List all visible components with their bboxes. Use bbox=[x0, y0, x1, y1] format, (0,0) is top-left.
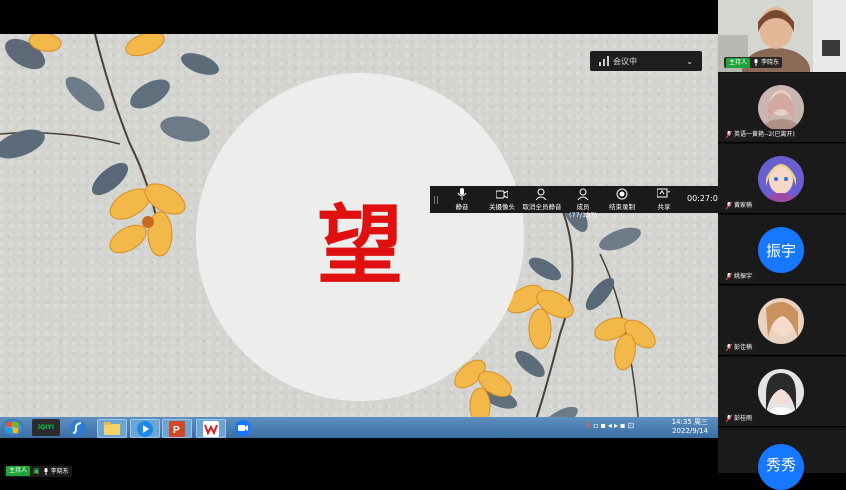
participant-name: 彭桂雨 bbox=[734, 415, 753, 422]
participant-tile[interactable]: 黄家楠 bbox=[718, 144, 846, 214]
participant-tile[interactable]: 主持人 李晓东 bbox=[718, 0, 846, 72]
avatar-text: 秀秀 bbox=[758, 444, 804, 490]
shared-screen: 望 bbox=[0, 34, 718, 438]
svg-text:P: P bbox=[173, 425, 180, 436]
host-badge: 主持人 bbox=[726, 57, 751, 68]
meeting-status-dropdown[interactable]: 会议中 ⌄ bbox=[590, 51, 702, 71]
flash-icon bbox=[70, 419, 86, 436]
meeting-app-icon[interactable] bbox=[229, 419, 257, 436]
share-label: 共享 bbox=[657, 203, 671, 211]
users-mic-icon bbox=[536, 188, 547, 200]
participant-name: 黄家楠 bbox=[734, 202, 753, 209]
microphone-icon bbox=[457, 188, 467, 200]
system-clock[interactable]: 14:35 周三 2022/9/14 bbox=[672, 418, 708, 436]
screen-share-icon: ▣ bbox=[33, 466, 40, 475]
mute-button[interactable]: 静音 bbox=[450, 188, 474, 211]
members-icon bbox=[577, 188, 589, 200]
mute-label: 静音 bbox=[455, 203, 469, 211]
microphone-muted-icon bbox=[726, 344, 732, 351]
microphone-icon bbox=[44, 467, 48, 475]
microphone-muted-icon bbox=[726, 202, 732, 209]
windows-logo-icon bbox=[7, 421, 18, 433]
participant-nametag: 黄家楠 bbox=[724, 200, 756, 211]
participant-name: 彭佳楠 bbox=[734, 344, 753, 351]
participant-nametag: 英语一黄艳--2(已离开) bbox=[724, 129, 798, 140]
local-user-tag: 主持人 ▣ 李晓东 bbox=[4, 457, 72, 477]
drag-handle[interactable] bbox=[434, 196, 438, 204]
participant-tile[interactable]: 振宇 姚振宇 bbox=[718, 215, 846, 285]
participant-name: 姚振宇 bbox=[734, 273, 753, 280]
avatar bbox=[758, 156, 804, 202]
participant-nametag: 姚振宇 bbox=[724, 271, 756, 282]
chevron-right-icon[interactable]: › bbox=[708, 230, 713, 244]
windows-taskbar: iQIYI P S▫▪◂▸▪⊡ 14:35 周三 2022/9/14 bbox=[0, 417, 718, 438]
video-player-app-icon[interactable] bbox=[130, 419, 160, 438]
members-label: 成员(77/137) bbox=[569, 203, 597, 219]
flash-app-icon[interactable] bbox=[64, 419, 92, 436]
participant-panel: 主持人 李晓东 英语一黄艳--2(已离开) 黄家楠 振宇 姚振宇 彭佳楠 彭桂雨… bbox=[718, 0, 846, 490]
file-explorer-app-icon[interactable] bbox=[97, 419, 127, 438]
host-badge: 主持人 bbox=[6, 466, 31, 476]
microphone-muted-icon bbox=[726, 273, 732, 280]
meeting-status-label: 会议中 bbox=[613, 56, 637, 66]
participant-tile[interactable]: 彭佳楠 bbox=[718, 286, 846, 356]
wps-app-icon[interactable] bbox=[196, 419, 226, 438]
tray-icons: ▫▪◂▸▪⊡ bbox=[593, 421, 637, 430]
stop-recording-button[interactable]: 结束录制 bbox=[608, 188, 636, 211]
stop-recording-label: 结束录制 bbox=[609, 203, 635, 211]
participant-nametag: 彭佳楠 bbox=[724, 342, 756, 353]
participant-nametag: 彭桂雨 bbox=[724, 413, 756, 424]
participant-tile[interactable]: 英语一黄艳--2(已离开) bbox=[718, 73, 846, 143]
start-button[interactable] bbox=[2, 419, 24, 436]
microphone-muted-icon bbox=[726, 415, 732, 422]
participant-tile[interactable]: 彭桂雨 bbox=[718, 357, 846, 427]
signal-icon bbox=[599, 56, 609, 66]
participant-nametag: 主持人 李晓东 bbox=[724, 57, 783, 68]
powerpoint-icon: P bbox=[169, 420, 185, 437]
record-icon bbox=[616, 188, 628, 200]
system-tray[interactable]: S▫▪◂▸▪⊡ bbox=[586, 421, 636, 430]
camera-app-icon bbox=[235, 419, 251, 436]
avatar bbox=[758, 369, 804, 415]
members-button[interactable]: 成员(77/137) bbox=[563, 188, 603, 219]
share-screen-icon bbox=[657, 188, 670, 198]
clock-date: 2022/9/14 bbox=[672, 427, 708, 435]
microphone-icon bbox=[754, 59, 758, 66]
camera-label: 关摄像头 bbox=[489, 203, 515, 211]
avatar bbox=[758, 298, 804, 344]
powerpoint-app-icon[interactable]: P bbox=[162, 419, 192, 438]
iqiyi-app-icon[interactable]: iQIYI bbox=[32, 419, 60, 436]
participant-tile[interactable]: 秀秀 bbox=[718, 428, 846, 490]
chevron-down-icon: ⌄ bbox=[686, 56, 693, 66]
avatar bbox=[758, 85, 804, 131]
microphone-muted-icon bbox=[726, 131, 732, 138]
play-icon bbox=[137, 420, 153, 437]
avatar-text: 振宇 bbox=[758, 227, 804, 273]
folder-icon bbox=[104, 422, 120, 435]
camera-button[interactable]: 关摄像头 bbox=[486, 188, 518, 211]
clock-time: 14:35 周三 bbox=[671, 418, 708, 426]
participant-name: 李晓东 bbox=[761, 59, 780, 66]
wps-icon bbox=[203, 420, 219, 437]
unmute-all-button[interactable]: 取消全员静音 bbox=[521, 188, 563, 211]
share-button[interactable]: 共享 bbox=[652, 188, 676, 211]
camera-icon bbox=[496, 190, 508, 199]
meeting-toolbar: 静音 关摄像头 取消全员静音 成员(77/137) 结束录制 共享 00:27:… bbox=[430, 186, 723, 219]
local-user-name: 李晓东 bbox=[50, 467, 69, 475]
participant-name: 英语一黄艳--2(已离开) bbox=[734, 131, 795, 138]
unmute-all-label: 取消全员静音 bbox=[522, 203, 562, 211]
slide-character: 望 bbox=[317, 194, 403, 296]
